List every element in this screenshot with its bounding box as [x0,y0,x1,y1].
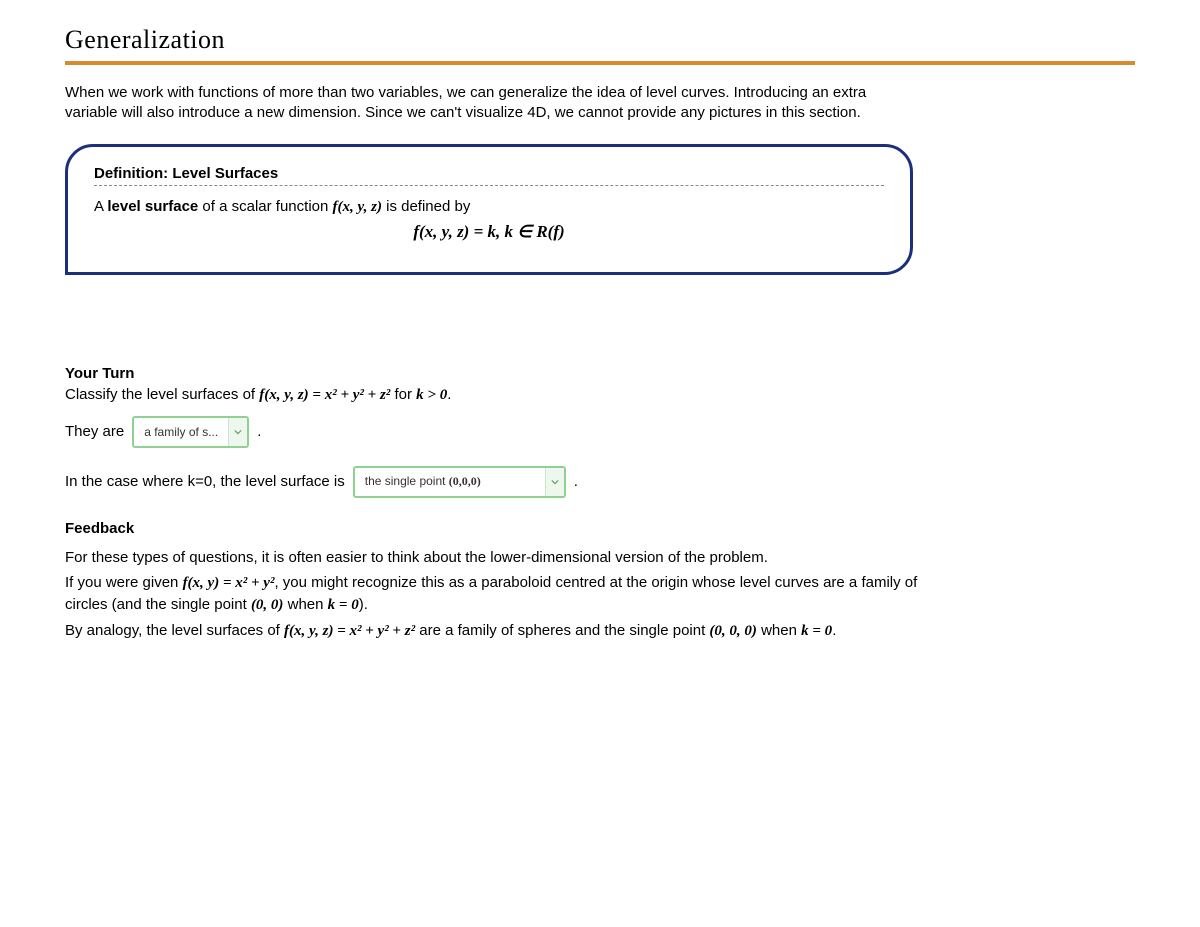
fb-text: . [832,622,836,639]
your-turn-prompt: Classify the level surfaces of f(x, y, z… [65,386,1135,404]
select-value: a family of s... [134,425,228,439]
fb-text: when [757,622,801,639]
prompt-text: Classify the level surfaces of [65,386,259,403]
fb-math: k = 0 [328,597,359,613]
definition-equation: f(x, y, z) = k, k ∈ R(f) [94,222,884,242]
answer-text: . [574,473,578,490]
answer-text: . [257,423,261,440]
fb-math: (0, 0) [251,597,284,613]
feedback-paragraph: By analogy, the level surfaces of f(x, y… [65,620,925,642]
your-turn-label: Your Turn [65,365,1135,382]
def-text: is defined by [382,198,470,215]
chevron-down-icon [228,418,247,446]
def-term: level surface [107,198,198,215]
def-text: A [94,198,107,215]
page-title: Generalization [65,25,1135,55]
intro-paragraph: When we work with functions of more than… [65,83,885,124]
answer-text: In the case where k=0, the level surface… [65,473,345,490]
fb-math: k = 0 [801,623,832,639]
prompt-text: . [447,386,451,403]
select-value-text: the single point [365,474,449,488]
fb-text: when [283,596,327,613]
select-value: the single point (0,0,0) [355,474,545,489]
prompt-math: f(x, y, z) = x² + y² + z² [259,387,390,403]
chevron-down-icon [545,468,564,496]
definition-box: Definition: Level Surfaces A level surfa… [65,144,913,275]
fb-text: are a family of spheres and the single p… [415,622,709,639]
prompt-text: for [390,386,416,403]
fb-math: (0, 0, 0) [709,623,757,639]
def-math: f(x, y, z) [333,199,382,215]
def-text: of a scalar function [198,198,332,215]
definition-heading: Definition: Level Surfaces [94,165,884,186]
feedback-paragraph: If you were given f(x, y) = x² + y², you… [65,572,925,616]
feedback-label: Feedback [65,520,1135,537]
prompt-math: k > 0 [416,387,447,403]
definition-body: A level surface of a scalar function f(x… [94,198,884,216]
fb-math: f(x, y, z) = x² + y² + z² [284,623,415,639]
answer-text: They are [65,423,124,440]
title-rule [65,61,1135,65]
answer-row-2: In the case where k=0, the level surface… [65,466,1135,498]
select-value-math: (0,0,0) [449,474,481,488]
fb-text: ). [359,596,368,613]
fb-text: If you were given [65,574,183,591]
answer-select-1[interactable]: a family of s... [132,416,249,448]
answer-select-2[interactable]: the single point (0,0,0) [353,466,566,498]
answer-row-1: They are a family of s... . [65,416,1135,448]
fb-text: By analogy, the level surfaces of [65,622,284,639]
feedback-paragraph: For these types of questions, it is ofte… [65,547,925,568]
fb-math: f(x, y) = x² + y² [183,575,275,591]
